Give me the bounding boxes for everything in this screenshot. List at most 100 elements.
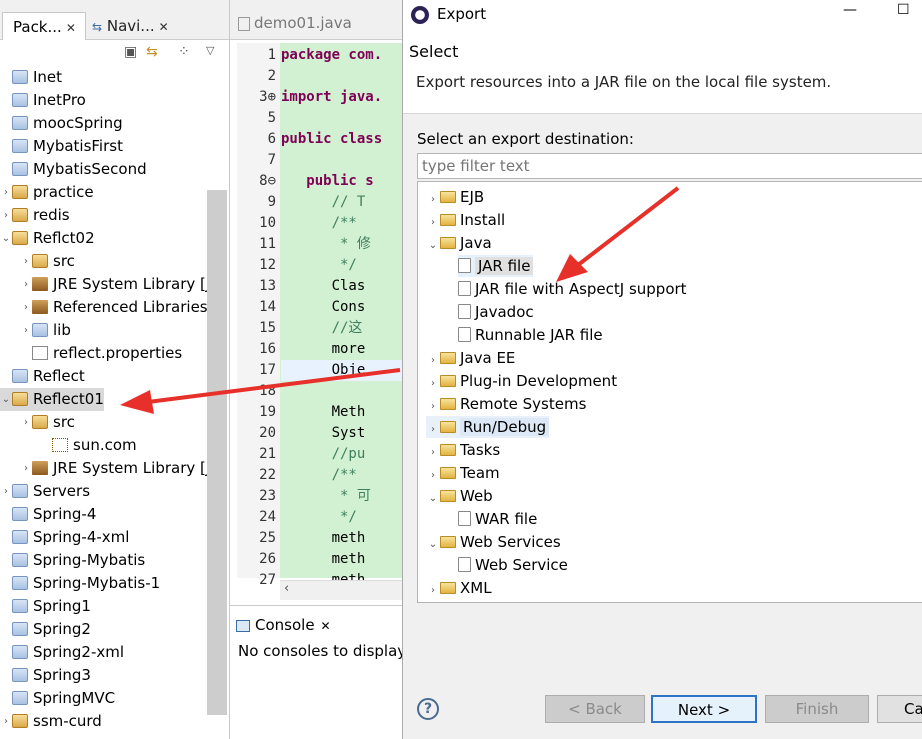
chevron-right-icon[interactable]: › [426,419,440,441]
help-icon[interactable]: ? [417,698,439,720]
destination-tree-item[interactable]: › Tasks [426,439,500,461]
tree-item[interactable]: SpringMVC [0,687,115,710]
package-explorer-scrollbar[interactable] [207,190,227,715]
code-line[interactable]: import java. [281,87,382,108]
tree-item[interactable]: Spring2 [0,618,91,641]
tab-console[interactable]: Console ✕ [236,612,331,638]
close-icon[interactable]: ✕ [321,619,331,633]
editor-horizontal-scrollbar[interactable]: ‹ [280,580,402,600]
link-with-editor-icon[interactable]: ⇆ [146,44,158,60]
destination-tree-item[interactable]: › EJB [426,186,484,208]
tree-item[interactable]: Inet [0,66,62,89]
chevron-down-icon[interactable]: ⌄ [426,534,440,556]
code-line[interactable]: Syst [281,423,366,444]
tree-item[interactable]: › Referenced Libraries [20,296,208,319]
chevron-right-icon[interactable]: › [0,480,12,503]
code-line[interactable]: meth [281,549,366,570]
destination-tree-item[interactable]: › Team [426,462,500,484]
chevron-right-icon[interactable]: › [20,319,32,342]
tree-item[interactable]: › JRE System Library [Ja [20,273,219,296]
tree-item[interactable]: Spring-Mybatis-1 [0,572,160,595]
destination-tree-item[interactable]: › Java EE [426,347,515,369]
tree-item[interactable]: Spring1 [0,595,91,618]
tab-demo01-java[interactable]: demo01.java [238,14,352,32]
cancel-button[interactable]: Ca [877,695,922,723]
tree-item[interactable]: › src [20,411,75,434]
focus-icon[interactable]: ⁘ [178,44,190,60]
tree-item[interactable]: › redis [0,204,70,227]
code-line[interactable]: */ [281,255,357,276]
chevron-right-icon[interactable]: › [426,350,440,372]
destination-tree-item[interactable]: › Remote Systems [426,393,586,415]
close-icon[interactable]: ✕ [66,21,76,35]
code-line[interactable]: * 可 [281,486,371,507]
maximize-icon[interactable]: ☐ [897,2,910,18]
tree-item[interactable]: ⌄ Reflct02 [0,227,95,250]
destination-tree-item[interactable]: Web Service [458,554,568,576]
chevron-right-icon[interactable]: › [20,273,32,296]
tree-item[interactable]: MybatisFirst [0,135,123,158]
chevron-right-icon[interactable]: › [20,411,32,434]
chevron-right-icon[interactable]: › [20,296,32,319]
finish-button[interactable]: Finish [765,695,869,723]
destination-tree-item[interactable]: › Install [426,209,505,231]
destination-tree-item[interactable]: JAR file with AspectJ support [458,278,687,300]
code-line[interactable]: */ [281,507,357,528]
tree-item[interactable]: reflect.properties [20,342,182,365]
tree-item[interactable]: Reflect [0,365,85,388]
code-line[interactable]: Clas [281,276,366,297]
tree-item[interactable]: ⌄ Reflect01 [0,388,104,411]
next-button[interactable]: Next > [651,695,757,723]
code-line[interactable]: //pu [281,444,366,465]
chevron-right-icon[interactable]: › [426,373,440,395]
tree-item[interactable]: › src [20,250,75,273]
code-line[interactable]: /** [281,465,357,486]
tree-item[interactable]: Spring-Mybatis [0,549,145,572]
tree-item[interactable]: InetPro [0,89,86,112]
code-line[interactable]: // T [281,192,366,213]
tree-item[interactable]: Spring3 [0,664,91,687]
code-line[interactable]: public s [281,171,373,192]
chevron-down-icon[interactable]: ⌄ [0,227,12,250]
code-line[interactable]: /** [281,213,357,234]
code-line[interactable]: Cons [281,297,366,318]
destination-tree-item[interactable]: Javadoc [458,301,534,323]
code-line[interactable]: package com. [281,45,382,66]
close-icon[interactable]: ✕ [159,20,169,34]
chevron-right-icon[interactable]: › [0,710,12,733]
destination-tree-item[interactable]: ⌄ Web [426,485,493,507]
tree-item[interactable]: › ssm-curd [0,710,102,733]
code-line[interactable]: Obje [281,360,402,381]
chevron-right-icon[interactable]: › [426,189,440,211]
destination-tree-item[interactable]: ⌄ Java [426,232,492,254]
destination-tree-item[interactable]: WAR file [458,508,537,530]
chevron-right-icon[interactable]: › [20,457,32,480]
code-line[interactable]: //这 [281,318,363,339]
tree-item[interactable]: moocSpring [0,112,123,135]
destination-tree-item[interactable]: › Plug-in Development [426,370,617,392]
minimize-icon[interactable]: — [843,2,857,18]
tree-item[interactable]: › practice [0,181,94,204]
chevron-right-icon[interactable]: › [0,181,12,204]
chevron-right-icon[interactable]: › [20,250,32,273]
code-line[interactable]: public class [281,129,382,150]
tree-item[interactable]: Spring2-xml [0,641,124,664]
back-button[interactable]: < Back [545,695,645,723]
tree-item[interactable]: › JRE System Library [Ja [20,457,219,480]
tree-item[interactable]: MybatisSecond [0,158,147,181]
chevron-right-icon[interactable]: › [0,204,12,227]
tab-package-explorer[interactable]: Pack... ✕ [2,12,86,40]
chevron-right-icon[interactable]: › [426,580,440,602]
tree-item[interactable]: Spring-4-xml [0,526,129,549]
chevron-right-icon[interactable]: › [426,465,440,487]
code-line[interactable]: * 修 [281,234,371,255]
scroll-left-icon[interactable]: ‹ [284,581,289,596]
tab-navigator[interactable]: ⇆ Navi... ✕ [88,12,228,40]
code-line[interactable]: meth [281,528,366,549]
chevron-down-icon[interactable]: ⌄ [426,235,440,257]
destination-tree-item[interactable]: › XML [426,577,492,599]
chevron-right-icon[interactable]: › [426,442,440,464]
tree-item[interactable]: › Servers [0,480,90,503]
tree-item[interactable]: Spring-4 [0,503,96,526]
chevron-right-icon[interactable]: › [426,212,440,234]
